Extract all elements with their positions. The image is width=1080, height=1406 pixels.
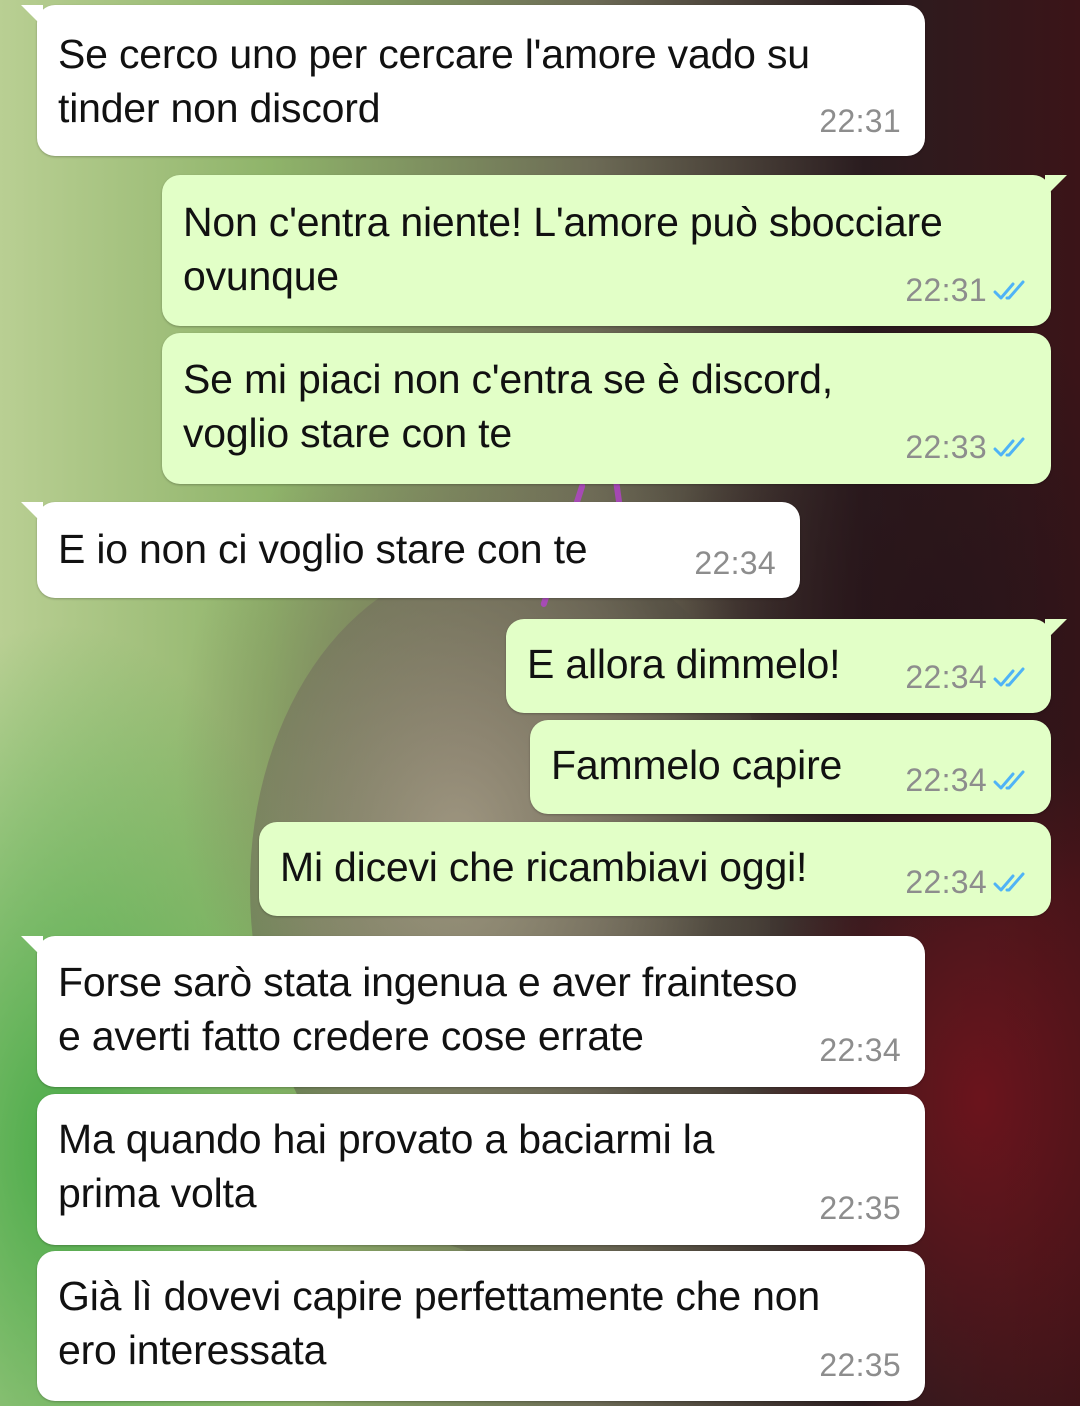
message-text: Già lì dovevi capire perfettamente che n… <box>58 1273 820 1373</box>
message-list[interactable]: Se cerco uno per cercare l'amore vado su… <box>0 0 1080 1406</box>
message-text: Fammelo capire <box>551 742 843 788</box>
message-time: 22:34 <box>905 659 987 695</box>
double-check-read-icon <box>993 437 1025 456</box>
outgoing-message[interactable]: Mi dicevi che ricambiavi oggi! 22:34 <box>259 822 1051 916</box>
message-meta: 22:35 <box>819 1347 901 1384</box>
message-text: Ma quando hai provato a baciarmi la prim… <box>58 1116 715 1216</box>
message-meta: 22:35 <box>819 1190 901 1227</box>
incoming-message[interactable]: Già lì dovevi capire perfettamente che n… <box>37 1251 925 1401</box>
incoming-message[interactable]: Se cerco uno per cercare l'amore vado su… <box>21 5 925 156</box>
message-time: 22:31 <box>819 103 901 139</box>
message-text: Mi dicevi che ricambiavi oggi! <box>280 844 808 890</box>
message-meta: 22:33 <box>905 429 1029 466</box>
incoming-message[interactable]: Ma quando hai provato a baciarmi la prim… <box>37 1094 925 1245</box>
message-time: 22:31 <box>905 272 987 308</box>
message-text: Forse sarò stata ingenua e aver fraintes… <box>58 959 798 1059</box>
message-time: 22:34 <box>819 1032 901 1068</box>
message-meta: 22:34 <box>819 1032 901 1069</box>
message-time: 22:35 <box>819 1347 901 1383</box>
message-text: Non c'entra niente! L'amore può sbocciar… <box>183 199 943 299</box>
message-meta: 22:34 <box>694 545 776 582</box>
outgoing-message[interactable]: Fammelo capire 22:34 <box>530 720 1051 814</box>
outgoing-message[interactable]: Se mi piaci non c'entra se è discord, vo… <box>162 333 1051 484</box>
double-check-read-icon <box>993 667 1025 686</box>
message-text: E io non ci voglio stare con te <box>58 526 588 572</box>
message-meta: 22:34 <box>905 659 1029 696</box>
double-check-read-icon <box>993 872 1025 891</box>
message-meta: 22:31 <box>819 103 901 140</box>
message-text: Se cerco uno per cercare l'amore vado su… <box>58 31 810 131</box>
message-meta: 22:34 <box>905 864 1029 901</box>
message-text: Se mi piaci non c'entra se è discord, vo… <box>183 356 833 456</box>
message-text: E allora dimmelo! <box>527 641 841 687</box>
message-meta: 22:31 <box>905 272 1029 309</box>
message-time: 22:34 <box>905 864 987 900</box>
double-check-read-icon <box>993 770 1025 789</box>
outgoing-message[interactable]: E allora dimmelo! 22:34 <box>506 619 1067 713</box>
double-check-read-icon <box>993 280 1025 299</box>
incoming-message[interactable]: E io non ci voglio stare con te 22:34 <box>21 502 800 598</box>
message-time: 22:34 <box>905 762 987 798</box>
message-time: 22:34 <box>694 545 776 581</box>
incoming-message[interactable]: Forse sarò stata ingenua e aver fraintes… <box>21 936 925 1087</box>
message-meta: 22:34 <box>905 762 1029 799</box>
message-time: 22:35 <box>819 1190 901 1226</box>
message-time: 22:33 <box>905 429 987 465</box>
outgoing-message[interactable]: Non c'entra niente! L'amore può sbocciar… <box>162 175 1067 326</box>
